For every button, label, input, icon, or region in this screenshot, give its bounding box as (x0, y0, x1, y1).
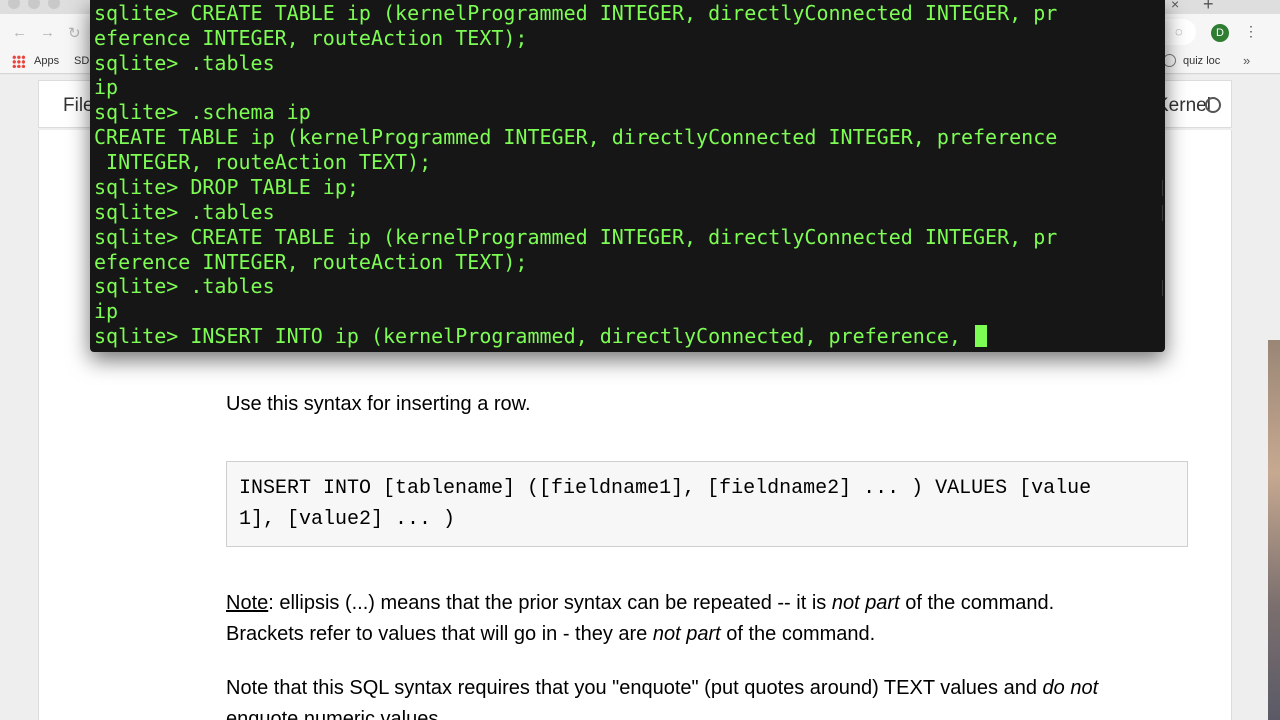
back-arrow-icon[interactable]: ← (12, 24, 27, 41)
syntax-intro-text: Use this syntax for inserting a row. (226, 393, 531, 415)
note-paragraph-line2: Brackets refer to values that will go in… (226, 619, 875, 650)
terminal-input-text: sqlite> INSERT INTO ip (kernelProgrammed… (94, 324, 973, 348)
terminal-line: sqlite> .tables (94, 200, 275, 224)
bookmark-quiz-loc[interactable]: quiz loc (1183, 55, 1220, 67)
close-tab-icon[interactable]: × (1171, 0, 1179, 12)
maximize-window-button[interactable] (48, 0, 60, 9)
note-label: Note (226, 592, 269, 614)
terminal-line: INTEGER, routeAction TEXT); (94, 150, 432, 174)
profile-avatar[interactable]: D (1211, 24, 1229, 42)
note-text: of the command. (899, 592, 1055, 614)
note-emphasis: not part (831, 592, 900, 614)
note-emphasis: not part (652, 623, 721, 645)
code-line: INSERT INTO [tablename] ([fieldname1], [… (239, 477, 1092, 500)
minimize-window-button[interactable] (28, 0, 40, 9)
enquote-paragraph-line2: enquote numeric values. (226, 708, 444, 720)
enquote-emphasis: do not (1042, 677, 1099, 699)
terminal-line: CREATE TABLE ip (kernelProgrammed INTEGE… (94, 125, 1058, 149)
close-window-button[interactable] (8, 0, 20, 9)
bookmark-apps[interactable]: Apps (34, 55, 59, 67)
note-text: Brackets refer to values that will go in… (226, 623, 653, 645)
note-text: : ellipsis (...) means that the prior sy… (268, 592, 832, 614)
code-block: INSERT INTO [tablename] ([fieldname1], [… (226, 461, 1188, 547)
terminal-prompt-line[interactable]: sqlite> INSERT INTO ip (kernelProgrammed… (94, 324, 987, 349)
window-controls (8, 0, 60, 9)
extension-icon[interactable]: ◌ (1175, 24, 1183, 39)
terminal-line-marker (1160, 205, 1163, 221)
code-line: 1], [value2] ... ) (239, 508, 456, 531)
browser-menu-icon[interactable]: ⋮ (1244, 23, 1258, 40)
bookmarks-overflow-icon[interactable]: » (1243, 53, 1250, 68)
terminal-line: sqlite> .schema ip (94, 100, 311, 124)
terminal-line: sqlite> CREATE TABLE ip (kernelProgramme… (94, 225, 1058, 249)
enquote-paragraph: Note that this SQL syntax requires that … (226, 673, 1098, 704)
note-paragraph: Note: ellipsis (...) means that the prio… (226, 588, 1054, 619)
terminal-line: eference INTEGER, routeAction TEXT); (94, 250, 528, 274)
reload-icon[interactable]: ↻ (68, 24, 81, 42)
terminal-line-marker (1160, 280, 1163, 296)
terminal-line: sqlite> .tables (94, 51, 275, 75)
forward-arrow-icon[interactable]: → (40, 24, 55, 41)
terminal-line-marker (1160, 180, 1163, 196)
terminal-line: eference INTEGER, routeAction TEXT); (94, 26, 528, 50)
enquote-text: Note that this SQL syntax requires that … (226, 677, 1043, 699)
desktop-wallpaper-edge (1268, 340, 1280, 720)
terminal-line: ip (94, 75, 119, 99)
note-text: of the command. (720, 623, 876, 645)
kernel-status-icon (1205, 97, 1221, 113)
new-tab-button[interactable]: + (1203, 0, 1214, 15)
terminal-line: sqlite> DROP TABLE ip; (94, 175, 359, 199)
apps-grid-icon[interactable] (12, 55, 25, 68)
terminal-line: sqlite> CREATE TABLE ip (kernelProgramme… (94, 1, 1058, 25)
terminal-line: sqlite> .tables (94, 274, 275, 298)
terminal-line: ip (94, 299, 119, 323)
terminal-cursor (975, 325, 987, 347)
terminal-window[interactable]: sqlite> CREATE TABLE ip (kernelProgramme… (90, 0, 1165, 352)
bookmark-sd[interactable]: SD (74, 55, 89, 67)
